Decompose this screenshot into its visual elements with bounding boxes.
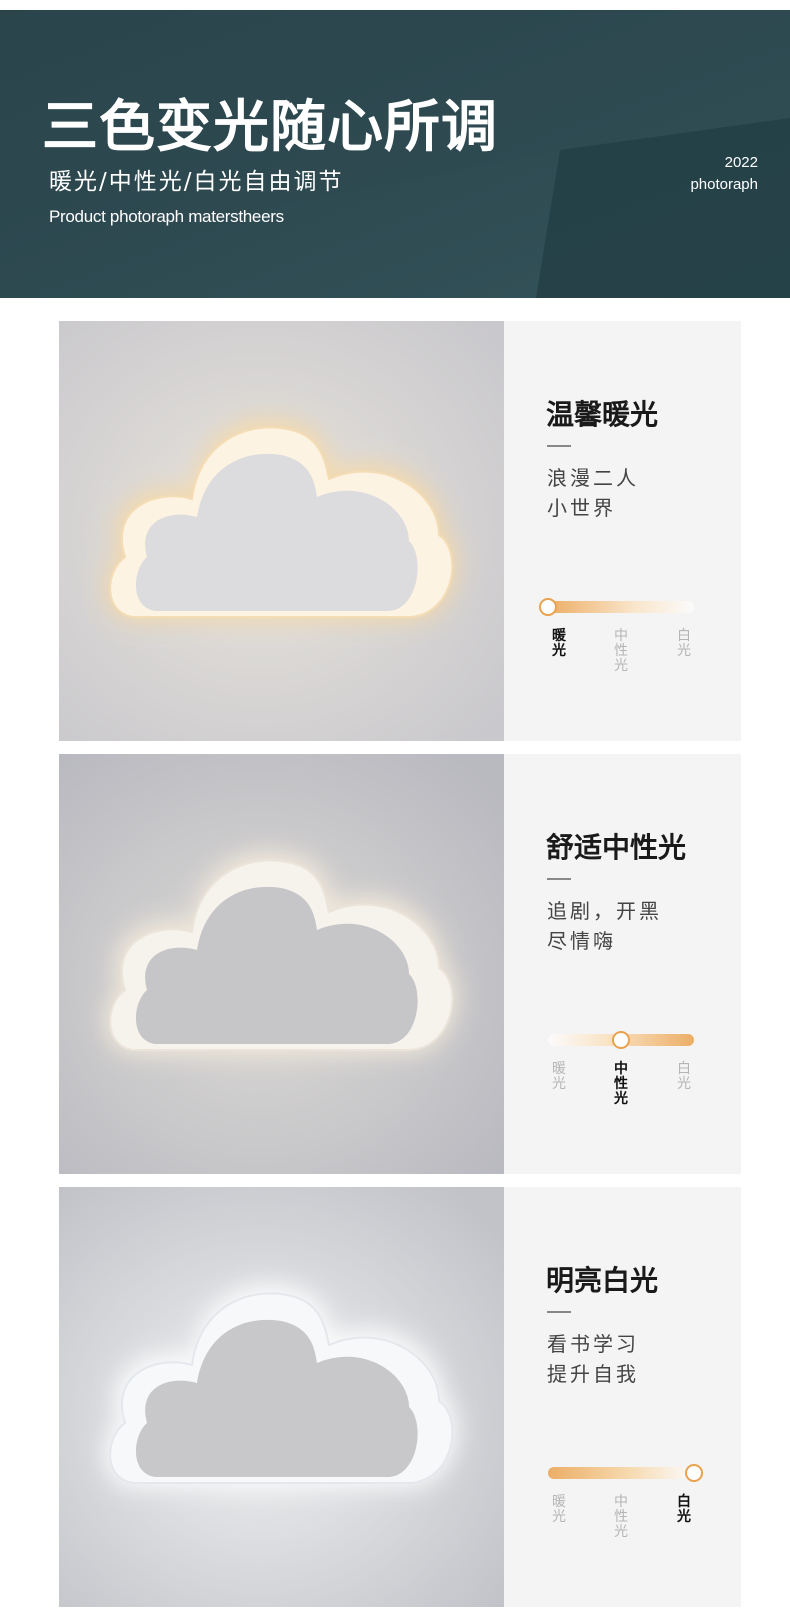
- desc-line: 尽情嗨: [547, 929, 616, 953]
- banner-english-caption: Product photoraph materstheers: [49, 207, 284, 226]
- desc-line: 浪漫二人: [547, 466, 639, 490]
- label-warm: 暖光: [552, 1061, 566, 1092]
- title-divider: [547, 878, 571, 880]
- desc-line: 小世界: [547, 496, 616, 520]
- desc-line: 追剧，开黑: [547, 899, 662, 923]
- label-white: 白光: [677, 1494, 691, 1525]
- color-temperature-slider[interactable]: [548, 1464, 703, 1482]
- banner-subtitle: 暖光/中性光/白光自由调节: [49, 169, 344, 195]
- cloud-lamp-photo: [59, 321, 504, 741]
- cloud-lamp-image-white: [59, 1187, 504, 1607]
- label-warm: 暖光: [552, 1494, 566, 1525]
- desc-line: 看书学习: [547, 1332, 639, 1356]
- label-neutral: 中性光: [614, 1494, 628, 1540]
- desc-line: 提升自我: [547, 1362, 639, 1386]
- banner-title: 三色变光随心所调: [42, 95, 498, 160]
- title-divider: [547, 445, 571, 447]
- banner-year: 2022: [724, 154, 758, 171]
- header-banner: 三色变光随心所调 暖光/中性光/白光自由调节 Product photoraph…: [0, 0, 790, 298]
- mode-title: 明亮白光: [546, 1264, 659, 1297]
- color-temperature-slider[interactable]: [539, 598, 694, 616]
- cloud-lamp-photo: [59, 754, 504, 1174]
- mode-title: 舒适中性光: [546, 831, 687, 864]
- light-mode-panel-neutral: 舒适中性光 追剧，开黑 尽情嗨 暖光 中性光 白光: [59, 754, 741, 1174]
- light-mode-info: 舒适中性光 追剧，开黑 尽情嗨 暖光 中性光 白光: [504, 754, 741, 1174]
- cloud-lamp-image-neutral: [59, 754, 504, 1174]
- slider-labels: 暖光 中性光 白光: [504, 629, 741, 689]
- mode-description: 浪漫二人 小世界: [547, 463, 639, 523]
- label-white: 白光: [677, 1061, 691, 1092]
- label-neutral: 中性光: [614, 1061, 628, 1107]
- light-mode-panel-warm: 温馨暖光 浪漫二人 小世界 暖光 中性光 白光: [59, 321, 741, 741]
- slider-knob[interactable]: [539, 598, 557, 616]
- label-neutral: 中性光: [614, 628, 628, 674]
- cloud-lamp-image-warm: [59, 321, 504, 741]
- label-white: 白光: [677, 628, 691, 659]
- slider-knob[interactable]: [612, 1031, 630, 1049]
- mode-description: 看书学习 提升自我: [547, 1329, 639, 1389]
- cloud-lamp-photo: [59, 1187, 504, 1607]
- label-warm: 暖光: [552, 628, 566, 659]
- light-mode-info: 温馨暖光 浪漫二人 小世界 暖光 中性光 白光: [504, 321, 741, 741]
- banner-top-strip: [0, 0, 790, 10]
- banner-year-block: 2022 photoraph: [690, 152, 758, 196]
- color-temperature-slider[interactable]: [548, 1031, 694, 1049]
- slider-knob[interactable]: [685, 1464, 703, 1482]
- title-divider: [547, 1311, 571, 1313]
- light-mode-panel-white: 明亮白光 看书学习 提升自我 暖光 中性光 白光: [59, 1187, 741, 1607]
- mode-description: 追剧，开黑 尽情嗨: [547, 896, 662, 956]
- slider-labels: 暖光 中性光 白光: [504, 1062, 741, 1122]
- mode-title: 温馨暖光: [546, 398, 659, 431]
- light-mode-info: 明亮白光 看书学习 提升自我 暖光 中性光 白光: [504, 1187, 741, 1607]
- banner-photo-label: photoraph: [690, 176, 758, 193]
- slider-labels: 暖光 中性光 白光: [504, 1495, 741, 1555]
